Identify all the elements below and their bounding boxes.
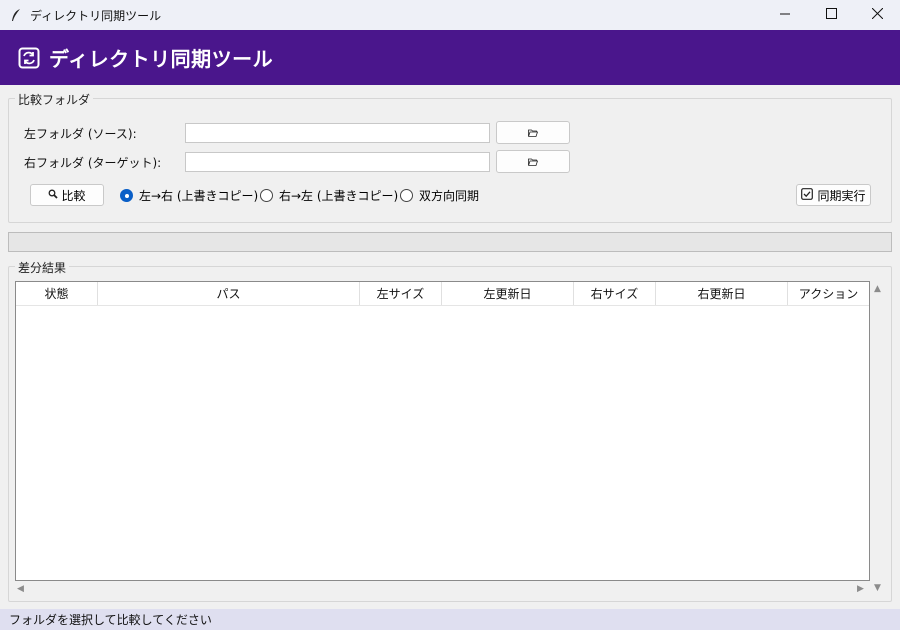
feather-icon xyxy=(9,8,23,22)
folder-open-icon xyxy=(528,155,539,169)
magnifier-icon xyxy=(48,188,59,202)
left-browse-button[interactable] xyxy=(496,121,570,144)
column-header-left-size[interactable]: 左サイズ xyxy=(360,282,442,305)
maximize-icon xyxy=(825,8,837,22)
sync-button[interactable]: 同期実行 xyxy=(796,184,871,206)
compare-folder-group: 比較フォルダ 左フォルダ (ソース): 右フォルダ (ターゲット): 比較 左→… xyxy=(8,91,892,223)
diff-results-label: 差分結果 xyxy=(15,259,70,276)
horizontal-scrollbar[interactable]: ◀ ▶ xyxy=(15,583,870,597)
close-icon xyxy=(871,7,883,22)
diff-results-group: 差分結果 状態 パス 左サイズ 左更新日 右サイズ 右更新日 アクション ▲ ▼… xyxy=(8,259,892,602)
radio-indicator xyxy=(120,189,133,202)
right-folder-label: 右フォルダ (ターゲット): xyxy=(24,156,162,170)
app-title: ディレクトリ同期ツール xyxy=(49,47,274,71)
column-header-status[interactable]: 状態 xyxy=(16,282,98,305)
mode-radio-right-to-left[interactable]: 右→左 (上書きコピー) xyxy=(260,187,398,204)
scroll-down-icon[interactable]: ▼ xyxy=(874,584,881,593)
close-button[interactable] xyxy=(854,0,900,30)
diff-table[interactable]: 状態 パス 左サイズ 左更新日 右サイズ 右更新日 アクション xyxy=(15,281,870,581)
compare-button[interactable]: 比較 xyxy=(30,184,104,206)
radio-indicator xyxy=(400,189,413,202)
right-folder-input[interactable] xyxy=(185,152,490,172)
column-header-path[interactable]: パス xyxy=(98,282,360,305)
compare-folder-label: 比較フォルダ xyxy=(15,91,94,108)
mode-label: 右→左 (上書きコピー) xyxy=(279,189,399,203)
window-titlebar: ディレクトリ同期ツール xyxy=(0,0,900,30)
checkbox-icon xyxy=(801,187,814,203)
right-browse-button[interactable] xyxy=(496,150,570,173)
vertical-scrollbar[interactable]: ▲ ▼ xyxy=(871,281,887,597)
compare-button-label: 比較 xyxy=(61,188,86,203)
mode-radio-bidirectional[interactable]: 双方向同期 xyxy=(400,187,479,204)
progress-bar xyxy=(8,232,892,252)
scroll-left-icon[interactable]: ◀ xyxy=(17,585,24,594)
status-text: フォルダを選択して比較してください xyxy=(9,613,212,627)
sync-button-label: 同期実行 xyxy=(817,188,866,203)
radio-indicator xyxy=(260,189,273,202)
left-folder-label: 左フォルダ (ソース): xyxy=(24,127,137,141)
maximize-button[interactable] xyxy=(808,0,854,30)
window-title: ディレクトリ同期ツール xyxy=(30,8,162,23)
status-bar: フォルダを選択して比較してください xyxy=(0,609,900,630)
mode-label: 双方向同期 xyxy=(419,189,480,203)
column-header-right-size[interactable]: 右サイズ xyxy=(574,282,656,305)
sync-icon xyxy=(17,46,41,70)
scroll-up-icon[interactable]: ▲ xyxy=(874,285,881,294)
mode-label: 左→右 (上書きコピー) xyxy=(139,189,259,203)
mode-radio-left-to-right[interactable]: 左→右 (上書きコピー) xyxy=(120,187,258,204)
scroll-right-icon[interactable]: ▶ xyxy=(857,585,864,594)
table-header: 状態 パス 左サイズ 左更新日 右サイズ 右更新日 アクション xyxy=(16,282,869,306)
column-header-left-modified[interactable]: 左更新日 xyxy=(442,282,574,305)
left-folder-input[interactable] xyxy=(185,123,490,143)
column-header-action[interactable]: アクション xyxy=(788,282,869,305)
minimize-button[interactable] xyxy=(762,0,808,30)
folder-open-icon xyxy=(528,126,539,140)
column-header-right-modified[interactable]: 右更新日 xyxy=(656,282,788,305)
app-header: ディレクトリ同期ツール xyxy=(0,30,900,85)
minimize-icon xyxy=(780,8,790,22)
